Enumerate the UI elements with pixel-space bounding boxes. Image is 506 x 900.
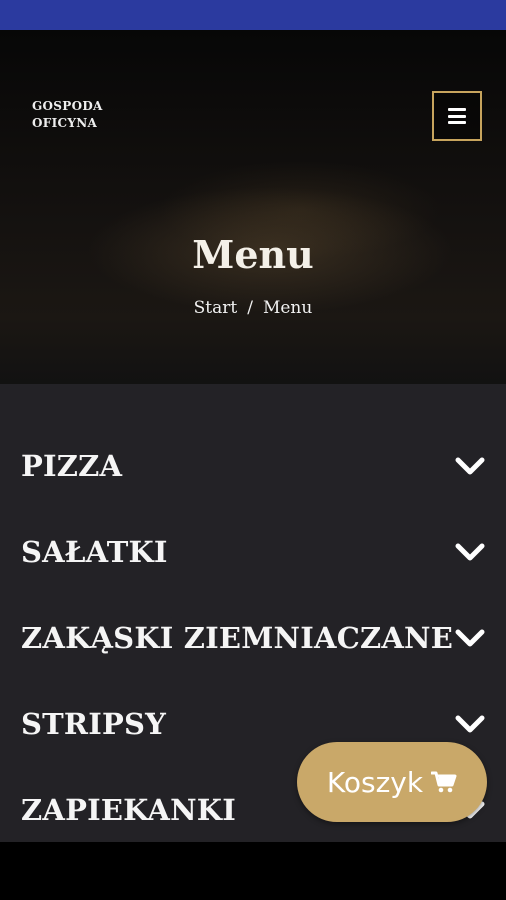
category-label: ZAPIEKANKI [21,793,236,827]
breadcrumb-separator: / [247,298,253,318]
brand-logo[interactable]: GOSPODA OFICYNA [32,98,122,132]
page-title: Menu [192,232,314,277]
category-label: STRIPSY [21,707,167,741]
category-salatki[interactable]: SAŁATKI [0,509,506,595]
category-label: ZAKĄSKI ZIEMNIACZANE [21,621,454,655]
breadcrumb-home-link[interactable]: Start [194,298,238,318]
category-pizza[interactable]: PIZZA [0,423,506,509]
breadcrumb: Start / Menu [0,298,506,318]
breadcrumb-current: Menu [262,298,313,318]
category-label: PIZZA [21,449,123,483]
category-zakaski-ziemniaczane[interactable]: ZAKĄSKI ZIEMNIACZANE [0,595,506,681]
status-bar [0,0,506,30]
category-label: SAŁATKI [21,535,168,569]
chevron-down-icon [455,457,485,475]
chevron-down-icon [455,715,485,733]
hero-banner [0,30,506,390]
bottom-bar [0,842,506,900]
chevron-down-icon [455,629,485,647]
cart-button[interactable]: Koszyk [297,742,487,822]
brand-line-1: GOSPODA [32,99,103,113]
menu-toggle-button[interactable] [432,91,482,141]
shopping-cart-icon [431,771,457,793]
chevron-down-icon [455,543,485,561]
brand-line-2: OFICYNA [32,116,98,130]
cart-label: Koszyk [326,765,424,799]
hamburger-icon [448,108,466,124]
